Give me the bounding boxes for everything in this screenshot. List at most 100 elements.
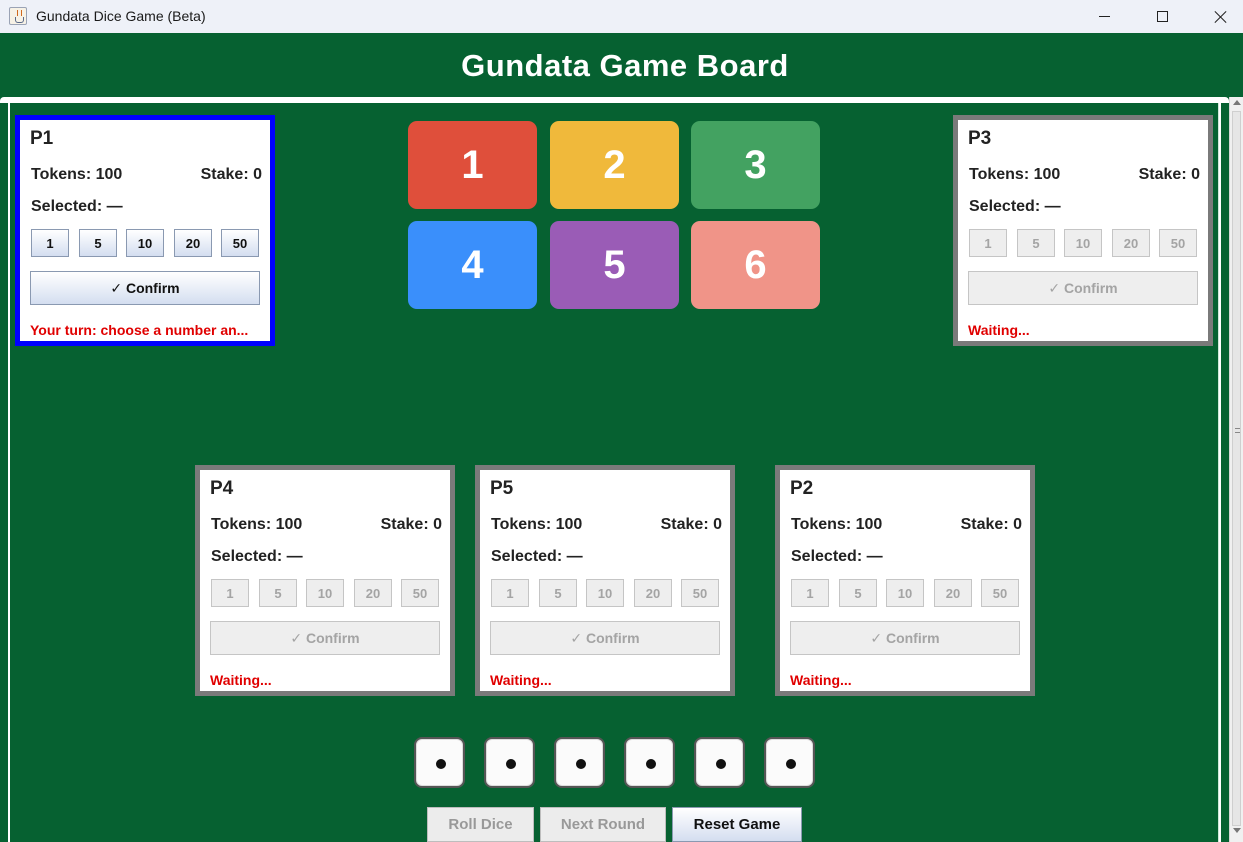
vertical-scrollbar[interactable] xyxy=(1229,97,1243,842)
player-stake: Stake: 0 xyxy=(380,516,442,533)
board-right-border xyxy=(1218,103,1219,842)
player-selected: Selected: — xyxy=(491,548,583,565)
player-status: Waiting... xyxy=(210,672,272,688)
player-panel-p1: P1 Tokens: 100 Stake: 0 Selected: — 1 5 … xyxy=(15,115,275,346)
player-status: Your turn: choose a number an... xyxy=(30,322,249,338)
die-2 xyxy=(484,737,535,788)
player-tokens: Tokens: 100 xyxy=(969,166,1061,183)
player-selected: Selected: — xyxy=(969,198,1061,215)
chip-row: 1 5 10 20 50 xyxy=(491,579,721,607)
chip-button-5[interactable]: 5 xyxy=(839,579,877,607)
next-round-button[interactable]: Next Round xyxy=(540,807,666,842)
player-tokens: Tokens: 100 xyxy=(211,516,303,533)
chip-button-1[interactable]: 1 xyxy=(211,579,249,607)
chip-button-1[interactable]: 1 xyxy=(31,229,69,257)
confirm-button[interactable]: ✓ Confirm xyxy=(30,271,260,305)
window-title: Gundata Dice Game (Beta) xyxy=(36,8,206,24)
scroll-down-arrow-icon[interactable] xyxy=(1233,828,1241,833)
player-stake: Stake: 0 xyxy=(960,516,1022,533)
die-3 xyxy=(554,737,605,788)
player-panel-p5: P5 Tokens: 100 Stake: 0 Selected: — 1 5 … xyxy=(475,465,735,696)
chip-row: 1 5 10 20 50 xyxy=(211,579,441,607)
chip-button-50[interactable]: 50 xyxy=(401,579,439,607)
chip-button-10[interactable]: 10 xyxy=(126,229,164,257)
board-title: Gundata Game Board xyxy=(461,48,789,83)
player-selected: Selected: — xyxy=(211,548,303,565)
confirm-button[interactable]: ✓ Confirm xyxy=(210,621,440,655)
chip-button-20[interactable]: 20 xyxy=(934,579,972,607)
player-stake: Stake: 0 xyxy=(1138,166,1200,183)
chip-button-20[interactable]: 20 xyxy=(634,579,672,607)
player-name: P5 xyxy=(490,478,514,499)
player-status: Waiting... xyxy=(968,322,1030,338)
die-pip-icon xyxy=(646,759,656,769)
close-button[interactable] xyxy=(1192,0,1243,33)
player-stake: Stake: 0 xyxy=(200,166,262,183)
chip-button-10[interactable]: 10 xyxy=(886,579,924,607)
chip-button-20[interactable]: 20 xyxy=(174,229,212,257)
confirm-button[interactable]: ✓ Confirm xyxy=(968,271,1198,305)
die-pip-icon xyxy=(506,759,516,769)
die-5 xyxy=(694,737,745,788)
number-tile-3[interactable]: 3 xyxy=(691,121,820,209)
maximize-icon xyxy=(1156,11,1168,22)
player-selected: Selected: — xyxy=(31,198,123,215)
player-status: Waiting... xyxy=(490,672,552,688)
chip-button-50[interactable]: 50 xyxy=(681,579,719,607)
die-6 xyxy=(764,737,815,788)
chip-button-1[interactable]: 1 xyxy=(969,229,1007,257)
chip-button-5[interactable]: 5 xyxy=(539,579,577,607)
confirm-button[interactable]: ✓ Confirm xyxy=(790,621,1020,655)
chip-button-10[interactable]: 10 xyxy=(586,579,624,607)
chip-button-5[interactable]: 5 xyxy=(79,229,117,257)
die-4 xyxy=(624,737,675,788)
die-1 xyxy=(414,737,465,788)
chip-button-50[interactable]: 50 xyxy=(981,579,1019,607)
chip-button-5[interactable]: 5 xyxy=(259,579,297,607)
maximize-button[interactable] xyxy=(1134,0,1190,33)
player-status: Waiting... xyxy=(790,672,852,688)
reset-game-button[interactable]: Reset Game xyxy=(672,807,802,842)
java-app-icon xyxy=(9,7,27,25)
player-name: P2 xyxy=(790,478,814,499)
chip-row: 1 5 10 20 50 xyxy=(791,579,1021,607)
chip-button-1[interactable]: 1 xyxy=(491,579,529,607)
number-tile-2[interactable]: 2 xyxy=(550,121,679,209)
player-panel-p3: P3 Tokens: 100 Stake: 0 Selected: — 1 5 … xyxy=(953,115,1213,346)
minimize-button[interactable] xyxy=(1076,0,1132,33)
chip-row: 1 5 10 20 50 xyxy=(969,229,1199,257)
chip-button-20[interactable]: 20 xyxy=(354,579,392,607)
confirm-button[interactable]: ✓ Confirm xyxy=(490,621,720,655)
number-tile-4[interactable]: 4 xyxy=(408,221,537,309)
minimize-icon xyxy=(1098,16,1110,17)
player-panel-p4: P4 Tokens: 100 Stake: 0 Selected: — 1 5 … xyxy=(195,465,455,696)
number-tile-1[interactable]: 1 xyxy=(408,121,537,209)
window-titlebar: Gundata Dice Game (Beta) xyxy=(0,0,1243,33)
die-pip-icon xyxy=(436,759,446,769)
player-selected: Selected: — xyxy=(791,548,883,565)
player-name: P3 xyxy=(968,128,992,149)
chip-button-10[interactable]: 10 xyxy=(1064,229,1102,257)
chip-button-1[interactable]: 1 xyxy=(791,579,829,607)
player-tokens: Tokens: 100 xyxy=(791,516,883,533)
chip-row: 1 5 10 20 50 xyxy=(31,229,261,257)
chip-button-20[interactable]: 20 xyxy=(1112,229,1150,257)
number-tile-5[interactable]: 5 xyxy=(550,221,679,309)
chip-button-10[interactable]: 10 xyxy=(306,579,344,607)
chip-button-5[interactable]: 5 xyxy=(1017,229,1055,257)
scroll-thumb[interactable] xyxy=(1232,111,1241,826)
player-tokens: Tokens: 100 xyxy=(491,516,583,533)
scroll-grip-icon xyxy=(1235,428,1240,433)
die-pip-icon xyxy=(786,759,796,769)
player-panel-p2: P2 Tokens: 100 Stake: 0 Selected: — 1 5 … xyxy=(775,465,1035,696)
die-pip-icon xyxy=(716,759,726,769)
player-stake: Stake: 0 xyxy=(660,516,722,533)
scroll-up-arrow-icon[interactable] xyxy=(1233,100,1241,105)
roll-dice-button[interactable]: Roll Dice xyxy=(427,807,534,842)
chip-button-50[interactable]: 50 xyxy=(1159,229,1197,257)
close-icon xyxy=(1214,10,1227,23)
player-tokens: Tokens: 100 xyxy=(31,166,123,183)
player-name: P1 xyxy=(30,128,54,149)
number-tile-6[interactable]: 6 xyxy=(691,221,820,309)
chip-button-50[interactable]: 50 xyxy=(221,229,259,257)
